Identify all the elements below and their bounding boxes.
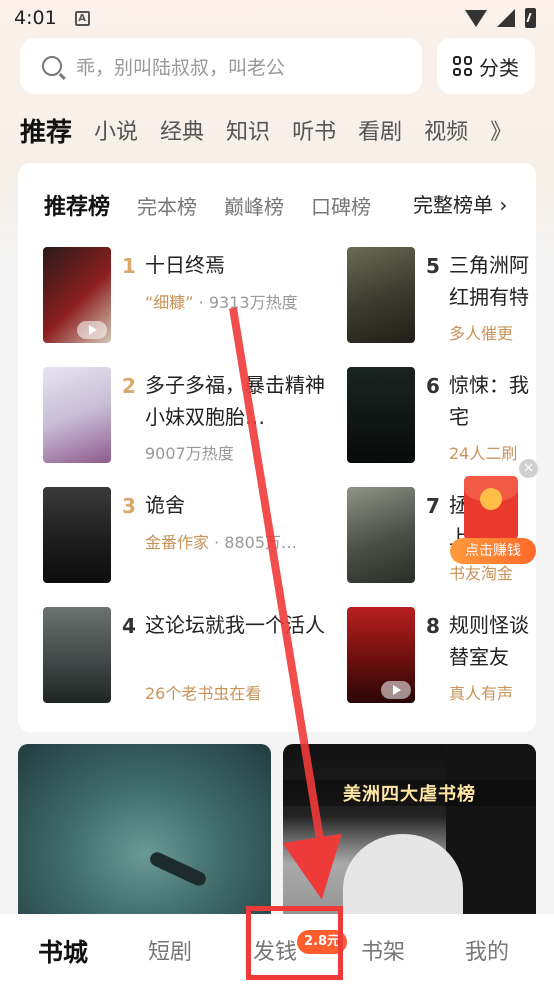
earn-money-button[interactable]: 点击赚钱 (450, 538, 536, 564)
rank-number: 4 (122, 614, 136, 638)
play-icon (77, 321, 107, 339)
category-button[interactable]: 分类 (437, 38, 535, 94)
coin-icon (480, 488, 502, 510)
book-title: 诡舍 (145, 493, 185, 517)
tab-knowledge[interactable]: 知识 (226, 114, 270, 146)
book-cover (347, 607, 415, 703)
category-label: 分类 (479, 55, 519, 80)
book-tag: 多人催更 (449, 324, 514, 343)
book-heat: · 9313万热度 (193, 293, 298, 312)
status-time: 4:01 (14, 7, 57, 29)
rank-number: 6 (426, 374, 440, 398)
swimmer-figure (147, 849, 209, 889)
rank-number: 3 (122, 494, 136, 518)
ranking-card: 推荐榜 完本榜 巅峰榜 口碑榜 完整榜单 › 1 十日终焉 “细糠” · 931… (18, 163, 536, 732)
rank-number: 1 (122, 254, 136, 278)
nav-short-drama[interactable]: 短剧 (148, 934, 192, 966)
nav-bookstore[interactable]: 书城 (38, 933, 88, 969)
tab-more[interactable]: 》 (490, 114, 512, 146)
close-icon[interactable]: × (519, 459, 538, 478)
annotation-arrow-head (282, 833, 352, 905)
channel-tabs: 推荐 小说 经典 知识 听书 看剧 视频 》 (20, 110, 554, 150)
banner-title: 美洲四大虐书榜 (283, 780, 536, 806)
tab-classic[interactable]: 经典 (160, 114, 204, 146)
ranking-tab-peak[interactable]: 巅峰榜 (224, 191, 284, 220)
book-tag: “细糠” (145, 293, 194, 312)
book-cover (347, 367, 415, 463)
rank-number: 5 (426, 254, 440, 278)
red-packet-icon (464, 476, 518, 540)
tab-recommend[interactable]: 推荐 (20, 112, 72, 149)
book-meta: 24人二刷 (449, 440, 517, 464)
nav-profile[interactable]: 我的 (465, 934, 509, 966)
book-title: 规则怪谈替室友 (449, 613, 529, 669)
wifi-icon (465, 9, 487, 27)
book-meta: 9007万热度 (145, 440, 234, 464)
book-cover (43, 247, 111, 343)
status-icons (465, 8, 536, 28)
book-tag: 24人二刷 (449, 444, 518, 463)
book-cover (347, 247, 415, 343)
tab-video[interactable]: 视频 (424, 114, 468, 146)
annotation-highlight-box (246, 906, 343, 980)
book-meta: 真人有声 (449, 680, 513, 704)
tab-drama[interactable]: 看剧 (358, 114, 402, 146)
ranking-tabs: 推荐榜 完本榜 巅峰榜 口碑榜 (44, 185, 398, 225)
book-cover (43, 367, 111, 463)
full-ranking-link[interactable]: 完整榜单 › (413, 185, 507, 225)
red-packet-float[interactable]: × 点击赚钱 (450, 459, 540, 578)
grid-icon (453, 56, 473, 76)
rank-number: 2 (122, 374, 136, 398)
book-heat: 9007万热度 (145, 444, 234, 463)
rank-number: 7 (426, 494, 440, 518)
book-tag: 金番作家 (145, 533, 210, 552)
search-icon (42, 56, 62, 76)
book-meta: 26个老书虫在看 (145, 680, 261, 704)
book-tag: 真人有声 (449, 684, 514, 703)
book-heat: · 8805万… (209, 533, 297, 552)
tab-audiobook[interactable]: 听书 (292, 114, 336, 146)
book-title: 三角洲阿红拥有特 (449, 253, 529, 309)
book-meta: “细糠” · 9313万热度 (145, 289, 298, 313)
ranking-tab-finished[interactable]: 完本榜 (137, 191, 197, 220)
book-meta: 多人催更 (449, 320, 513, 344)
tab-novel[interactable]: 小说 (94, 114, 138, 146)
ranking-tab-reputation[interactable]: 口碑榜 (311, 191, 371, 220)
book-cover (43, 487, 111, 583)
book-cover (347, 487, 415, 583)
book-title: 惊悚：我宅 (449, 373, 529, 429)
rank-number: 8 (426, 614, 440, 638)
book-title: 多子多福，暴击精神小妹双胞胎… (145, 373, 325, 429)
battery-charging-icon (525, 8, 536, 28)
notification-icon: A (74, 10, 90, 26)
search-placeholder[interactable]: 乖，别叫陆叔叔，叫老公 (76, 53, 285, 80)
book-cover (43, 607, 111, 703)
book-tag: 26个老书虫在看 (145, 684, 262, 703)
ranking-tab-recommend[interactable]: 推荐榜 (44, 189, 110, 221)
status-bar: 4:01 A (0, 0, 554, 36)
book-title: 这论坛就我一个活人 (145, 613, 325, 637)
play-icon (381, 681, 411, 699)
nav-bookshelf[interactable]: 书架 (361, 934, 405, 966)
signal-icon (497, 9, 515, 27)
book-title: 十日终焉 (145, 253, 225, 277)
search-bar[interactable]: 乖，别叫陆叔叔，叫老公 (20, 38, 422, 94)
